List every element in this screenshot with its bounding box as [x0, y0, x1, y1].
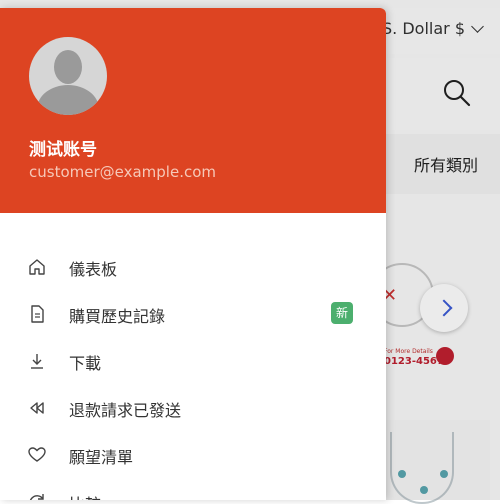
navigation-drawer: 测试账号 customer@example.com 儀表板 購買歷史記錄 新 下…: [0, 8, 386, 500]
menu-item-label: 願望清單: [69, 448, 134, 467]
menu-item-label: 下載: [69, 354, 102, 373]
avatar[interactable]: [29, 37, 107, 115]
new-badge: 新: [331, 302, 353, 324]
document-icon: [27, 304, 47, 324]
user-name: 测试账号: [29, 140, 97, 160]
home-icon: [27, 257, 47, 277]
menu-item-downloads[interactable]: 下載: [0, 337, 386, 384]
drawer-menu: 儀表板 購買歷史記錄 新 下載 退款請求已發送 願望清單: [0, 243, 386, 500]
download-icon: [27, 351, 47, 371]
avatar-head: [54, 50, 82, 84]
user-email: customer@example.com: [29, 163, 217, 181]
menu-item-wishlist[interactable]: 願望清單: [0, 431, 386, 478]
menu-item-compare[interactable]: 比較: [0, 478, 386, 500]
menu-item-label: 比較: [69, 491, 101, 500]
menu-item-label: 儀表板: [69, 260, 118, 279]
menu-item-refund-requests[interactable]: 退款請求已發送: [0, 384, 386, 431]
menu-item-label: 退款請求已發送: [69, 401, 182, 420]
drawer-header: 测试账号 customer@example.com: [0, 8, 386, 213]
refresh-icon: [27, 492, 47, 500]
heart-icon: [27, 445, 47, 465]
menu-item-dashboard[interactable]: 儀表板: [0, 243, 386, 290]
avatar-body: [37, 85, 99, 115]
menu-item-purchase-history[interactable]: 購買歷史記錄 新: [0, 290, 386, 337]
rewind-icon: [27, 398, 47, 418]
menu-item-label: 購買歷史記錄: [69, 307, 166, 326]
